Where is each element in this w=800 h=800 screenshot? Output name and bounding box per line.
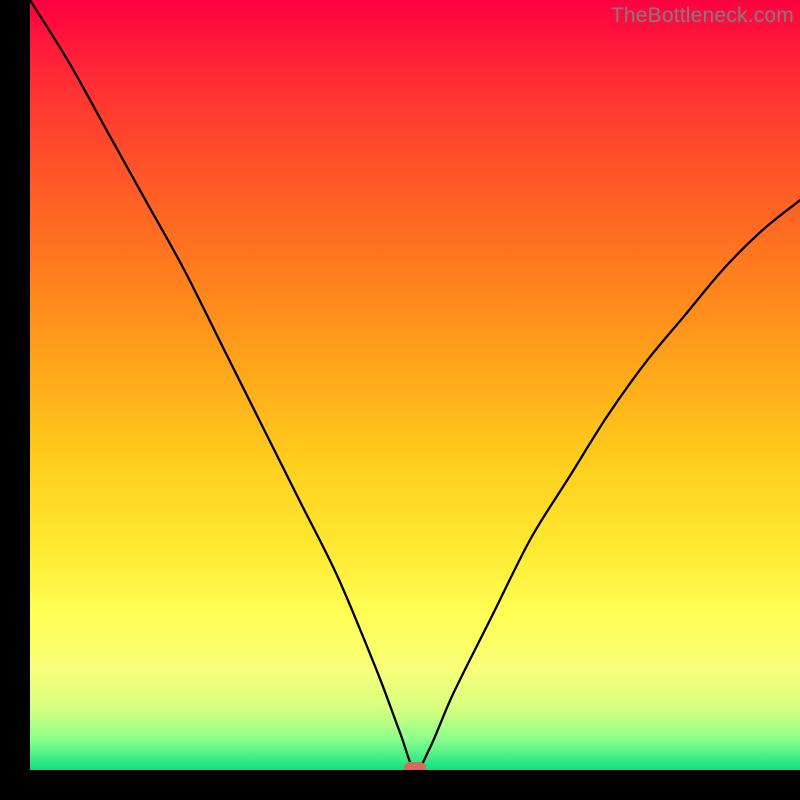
optimal-point-marker — [404, 762, 426, 770]
plot-area — [30, 0, 800, 770]
chart-frame: TheBottleneck.com — [0, 0, 800, 800]
bottleneck-curve — [30, 0, 800, 770]
curve-layer — [30, 0, 800, 770]
watermark-text: TheBottleneck.com — [611, 4, 794, 28]
